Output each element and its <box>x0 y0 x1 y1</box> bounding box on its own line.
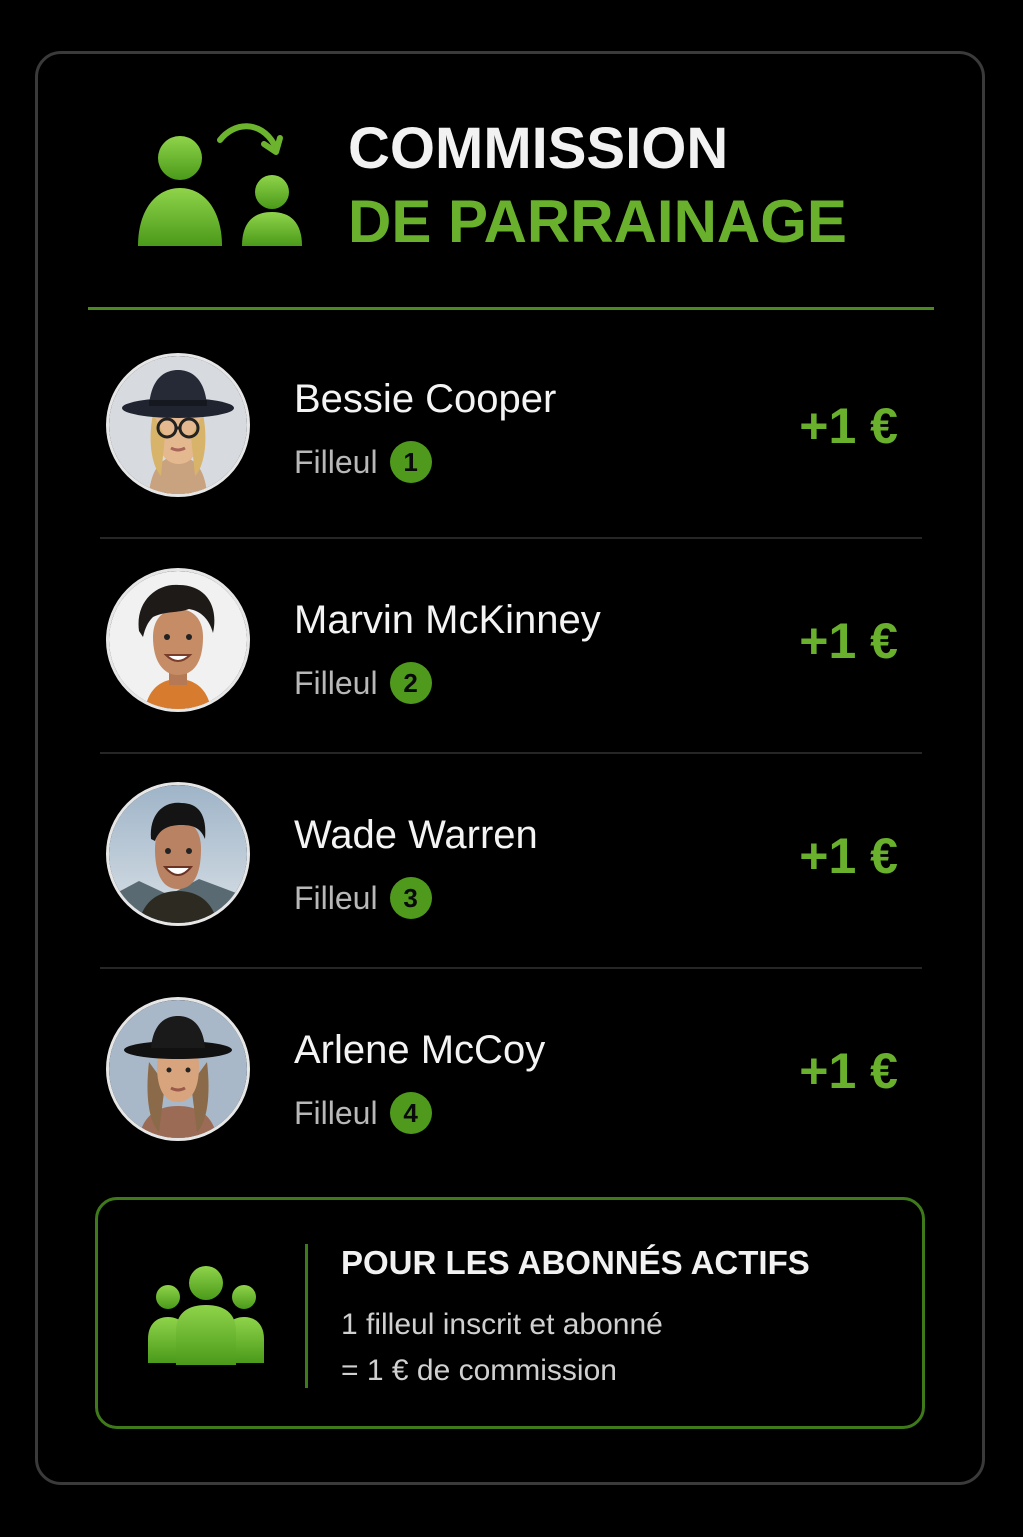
info-divider <box>305 1244 308 1388</box>
referral-sub: Filleul 4 <box>294 1092 432 1134</box>
referral-row[interactable]: Wade Warren Filleul 3 +1 € <box>100 755 922 970</box>
title-line-2: DE PARRAINAGE <box>348 188 847 255</box>
title-line-1: COMMISSION <box>348 116 729 181</box>
referral-label: Filleul <box>294 443 378 480</box>
row-divider <box>100 537 922 539</box>
referral-sub: Filleul 3 <box>294 877 432 919</box>
info-line-2: = 1 € de commission <box>341 1354 617 1387</box>
referral-transfer-icon <box>138 123 302 246</box>
avatar <box>106 353 250 497</box>
referral-row[interactable]: Bessie Cooper Filleul 1 +1 € <box>100 325 922 540</box>
row-divider <box>100 752 922 754</box>
referral-label: Filleul <box>294 879 378 916</box>
referral-name: Wade Warren <box>294 813 538 857</box>
avatar <box>106 782 250 926</box>
referral-label: Filleul <box>294 664 378 701</box>
referral-amount: +1 € <box>799 828 898 884</box>
referral-label: Filleul <box>294 1094 378 1131</box>
referral-amount: +1 € <box>799 613 898 669</box>
referral-number-badge: 4 <box>389 1092 432 1134</box>
row-divider <box>100 967 922 969</box>
referral-name: Bessie Cooper <box>294 377 557 421</box>
avatar <box>106 997 250 1141</box>
referral-sub: Filleul 1 <box>294 441 432 483</box>
info-line-1: 1 filleul inscrit et abonné <box>341 1308 663 1341</box>
header-divider <box>88 307 934 310</box>
referral-name: Arlene McCoy <box>294 1028 546 1072</box>
info-title: POUR LES ABONNÉS ACTIFS <box>341 1244 810 1281</box>
referral-row[interactable]: Marvin McKinney Filleul 2 +1 € <box>100 540 922 755</box>
referral-row[interactable]: Arlene McCoy Filleul 4 +1 € <box>100 970 922 1185</box>
referral-amount: +1 € <box>799 1043 898 1099</box>
referral-sub: Filleul 2 <box>294 662 432 704</box>
group-icon <box>148 1266 264 1365</box>
referral-amount: +1 € <box>799 398 898 454</box>
referral-number-badge: 3 <box>389 877 432 919</box>
referral-number-badge: 1 <box>389 441 432 483</box>
referral-number-badge: 2 <box>389 662 432 704</box>
active-subscribers-info: POUR LES ABONNÉS ACTIFS 1 filleul inscri… <box>95 1197 925 1429</box>
avatar <box>106 568 250 712</box>
referral-name: Marvin McKinney <box>294 598 601 642</box>
